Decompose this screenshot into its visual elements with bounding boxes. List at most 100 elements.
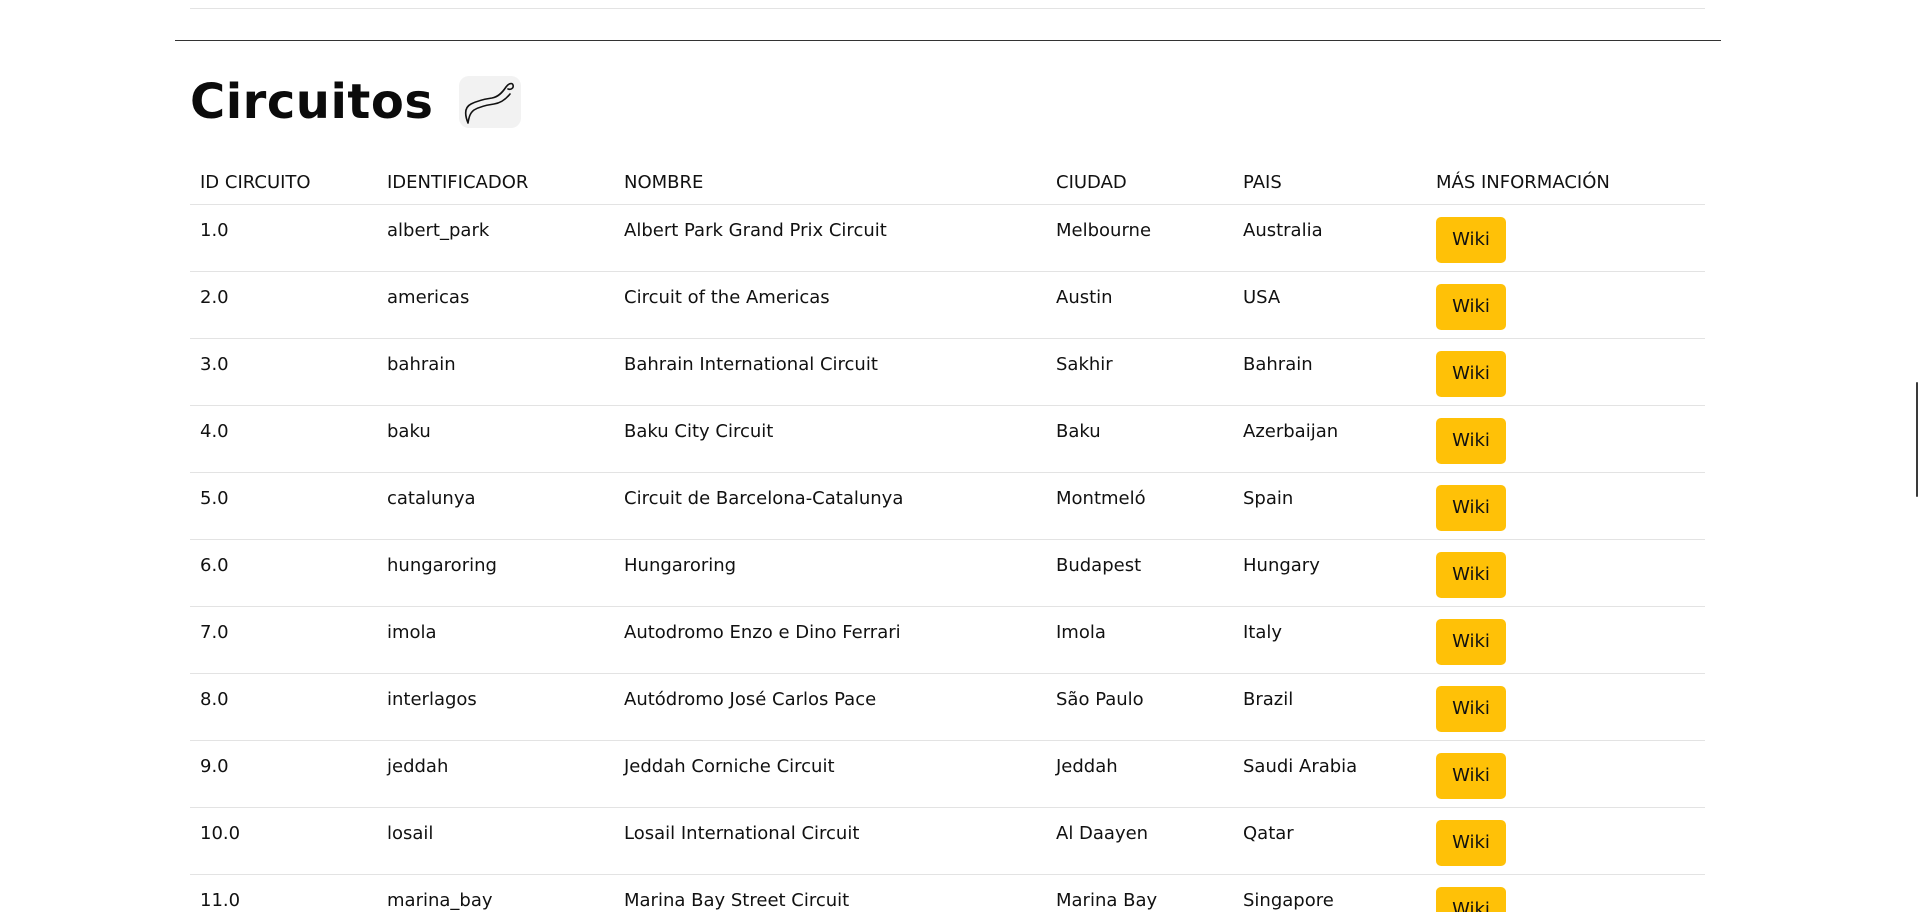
- wiki-button[interactable]: Wiki: [1436, 552, 1506, 598]
- cell-name: Jeddah Corniche Circuit: [614, 740, 1046, 808]
- table-body: 1.0 albert_park Albert Park Grand Prix C…: [190, 204, 1705, 912]
- table-row: 7.0 imola Autodromo Enzo e Dino Ferrari …: [190, 606, 1705, 674]
- table-row: 8.0 interlagos Autódromo José Carlos Pac…: [190, 673, 1705, 741]
- cell-name: Bahrain International Circuit: [614, 338, 1046, 406]
- cell-city: Budapest: [1046, 539, 1233, 607]
- cell-identifier: hungaroring: [377, 539, 614, 607]
- cell-identifier: baku: [377, 405, 614, 473]
- header-ciudad: CIUDAD: [1046, 160, 1233, 205]
- cell-city: Austin: [1046, 271, 1233, 339]
- cell-more-info: Wiki: [1426, 606, 1705, 674]
- cell-name: Marina Bay Street Circuit: [614, 874, 1046, 912]
- table-row: 6.0 hungaroring Hungaroring Budapest Hun…: [190, 539, 1705, 607]
- wiki-button[interactable]: Wiki: [1436, 820, 1506, 866]
- cell-identifier: catalunya: [377, 472, 614, 540]
- cell-more-info: Wiki: [1426, 204, 1705, 272]
- cell-country: Australia: [1233, 204, 1426, 272]
- section-divider: [175, 40, 1721, 41]
- cell-more-info: Wiki: [1426, 271, 1705, 339]
- header-mas-informacion: MÁS INFORMACIÓN: [1426, 160, 1705, 205]
- wiki-button[interactable]: Wiki: [1436, 217, 1506, 263]
- section-header: Circuitos: [190, 72, 522, 132]
- cell-id: 6.0: [190, 539, 377, 607]
- cell-city: Jeddah: [1046, 740, 1233, 808]
- table-row: 10.0 losail Losail International Circuit…: [190, 807, 1705, 875]
- wiki-button[interactable]: Wiki: [1436, 619, 1506, 665]
- cell-identifier: bahrain: [377, 338, 614, 406]
- table-row: 5.0 catalunya Circuit de Barcelona-Catal…: [190, 472, 1705, 540]
- cell-id: 10.0: [190, 807, 377, 875]
- cell-name: Autódromo José Carlos Pace: [614, 673, 1046, 741]
- scrollbar-thumb[interactable]: [1916, 382, 1918, 497]
- cell-city: Sakhir: [1046, 338, 1233, 406]
- cell-name: Autodromo Enzo e Dino Ferrari: [614, 606, 1046, 674]
- cell-country: Saudi Arabia: [1233, 740, 1426, 808]
- cell-identifier: jeddah: [377, 740, 614, 808]
- wiki-button[interactable]: Wiki: [1436, 351, 1506, 397]
- cell-country: Spain: [1233, 472, 1426, 540]
- cell-identifier: losail: [377, 807, 614, 875]
- circuits-table: ID CIRCUITO IDENTIFICADOR NOMBRE CIUDAD …: [190, 160, 1705, 912]
- cell-city: Marina Bay: [1046, 874, 1233, 912]
- cell-city: São Paulo: [1046, 673, 1233, 741]
- cell-country: Qatar: [1233, 807, 1426, 875]
- cell-name: Hungaroring: [614, 539, 1046, 607]
- wiki-button[interactable]: Wiki: [1436, 887, 1506, 912]
- cell-more-info: Wiki: [1426, 874, 1705, 912]
- cell-more-info: Wiki: [1426, 740, 1705, 808]
- cell-country: Brazil: [1233, 673, 1426, 741]
- cell-country: Singapore: [1233, 874, 1426, 912]
- cell-id: 8.0: [190, 673, 377, 741]
- cell-city: Baku: [1046, 405, 1233, 473]
- cell-name: Circuit of the Americas: [614, 271, 1046, 339]
- header-id-circuito: ID CIRCUITO: [190, 160, 377, 205]
- cell-id: 5.0: [190, 472, 377, 540]
- cell-id: 7.0: [190, 606, 377, 674]
- cell-name: Losail International Circuit: [614, 807, 1046, 875]
- cell-identifier: marina_bay: [377, 874, 614, 912]
- cell-id: 1.0: [190, 204, 377, 272]
- cell-id: 9.0: [190, 740, 377, 808]
- cell-name: Albert Park Grand Prix Circuit: [614, 204, 1046, 272]
- wiki-button[interactable]: Wiki: [1436, 753, 1506, 799]
- cell-more-info: Wiki: [1426, 338, 1705, 406]
- racetrack-icon: [459, 76, 522, 128]
- wiki-button[interactable]: Wiki: [1436, 418, 1506, 464]
- wiki-button[interactable]: Wiki: [1436, 284, 1506, 330]
- table-row: 4.0 baku Baku City Circuit Baku Azerbaij…: [190, 405, 1705, 473]
- table-header-row: ID CIRCUITO IDENTIFICADOR NOMBRE CIUDAD …: [190, 160, 1705, 205]
- wiki-button[interactable]: Wiki: [1436, 485, 1506, 531]
- header-identificador: IDENTIFICADOR: [377, 160, 614, 205]
- cell-identifier: americas: [377, 271, 614, 339]
- cell-identifier: interlagos: [377, 673, 614, 741]
- page: Circuitos ID CIRCUITO IDENTIFICADOR NOMB…: [0, 0, 1919, 912]
- cell-name: Circuit de Barcelona-Catalunya: [614, 472, 1046, 540]
- circuits-table-container: ID CIRCUITO IDENTIFICADOR NOMBRE CIUDAD …: [190, 160, 1705, 912]
- cell-city: Al Daayen: [1046, 807, 1233, 875]
- cell-country: Italy: [1233, 606, 1426, 674]
- header-nombre: NOMBRE: [614, 160, 1046, 205]
- cell-city: Melbourne: [1046, 204, 1233, 272]
- cell-more-info: Wiki: [1426, 673, 1705, 741]
- cell-more-info: Wiki: [1426, 539, 1705, 607]
- cell-city: Imola: [1046, 606, 1233, 674]
- previous-table-bottom-border: [190, 8, 1705, 9]
- cell-id: 2.0: [190, 271, 377, 339]
- cell-id: 3.0: [190, 338, 377, 406]
- table-row: 11.0 marina_bay Marina Bay Street Circui…: [190, 874, 1705, 912]
- cell-country: USA: [1233, 271, 1426, 339]
- cell-id: 11.0: [190, 874, 377, 912]
- cell-city: Montmeló: [1046, 472, 1233, 540]
- cell-identifier: imola: [377, 606, 614, 674]
- cell-country: Hungary: [1233, 539, 1426, 607]
- cell-name: Baku City Circuit: [614, 405, 1046, 473]
- table-row: 9.0 jeddah Jeddah Corniche Circuit Jedda…: [190, 740, 1705, 808]
- section-title: Circuitos: [190, 74, 434, 130]
- header-pais: PAIS: [1233, 160, 1426, 205]
- cell-id: 4.0: [190, 405, 377, 473]
- table-row: 1.0 albert_park Albert Park Grand Prix C…: [190, 204, 1705, 272]
- wiki-button[interactable]: Wiki: [1436, 686, 1506, 732]
- cell-country: Bahrain: [1233, 338, 1426, 406]
- cell-identifier: albert_park: [377, 204, 614, 272]
- table-row: 3.0 bahrain Bahrain International Circui…: [190, 338, 1705, 406]
